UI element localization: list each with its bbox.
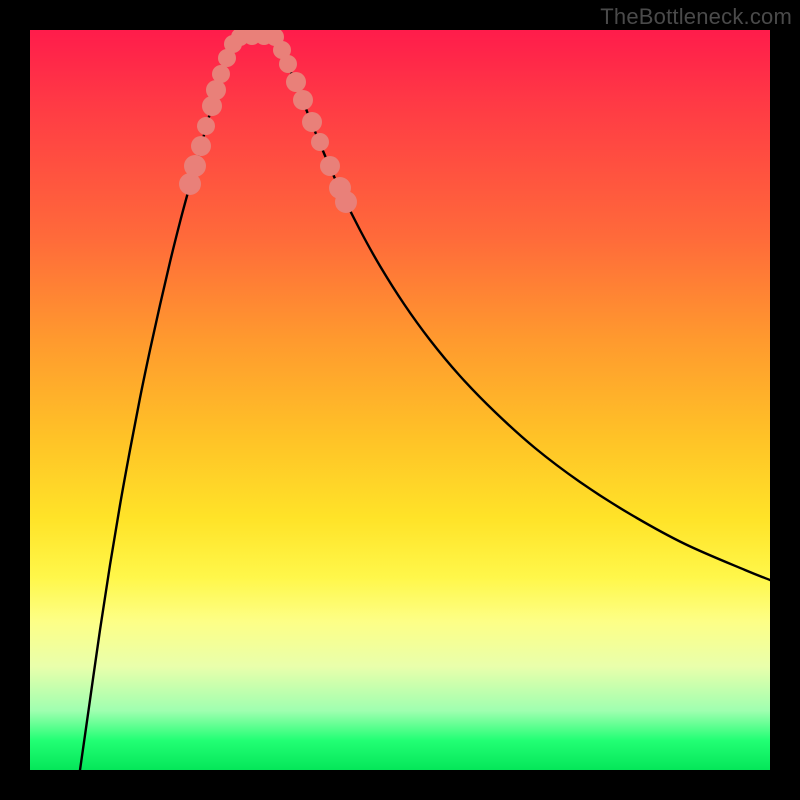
data-marker [320, 156, 340, 176]
data-marker [255, 30, 273, 45]
data-marker [279, 55, 297, 73]
data-marker [231, 30, 249, 46]
data-marker [179, 173, 201, 195]
data-markers [179, 30, 357, 213]
watermark-text: TheBottleneck.com [600, 4, 792, 30]
data-marker [243, 30, 261, 45]
data-marker [329, 177, 351, 199]
data-marker [202, 96, 222, 116]
data-marker [197, 117, 215, 135]
data-marker [266, 30, 284, 46]
data-marker [184, 155, 206, 177]
curve-left-branch [80, 38, 236, 770]
chart-frame: TheBottleneck.com [0, 0, 800, 800]
data-marker [293, 90, 313, 110]
data-marker [311, 133, 329, 151]
data-marker [286, 72, 306, 92]
data-marker [273, 41, 291, 59]
chart-svg [30, 30, 770, 770]
data-marker [302, 112, 322, 132]
data-marker [191, 136, 211, 156]
data-marker [335, 191, 357, 213]
curve-right-branch [275, 38, 770, 580]
data-marker [206, 80, 226, 100]
plot-area [30, 30, 770, 770]
data-marker [212, 65, 230, 83]
data-marker [218, 49, 236, 67]
data-marker [224, 35, 242, 53]
